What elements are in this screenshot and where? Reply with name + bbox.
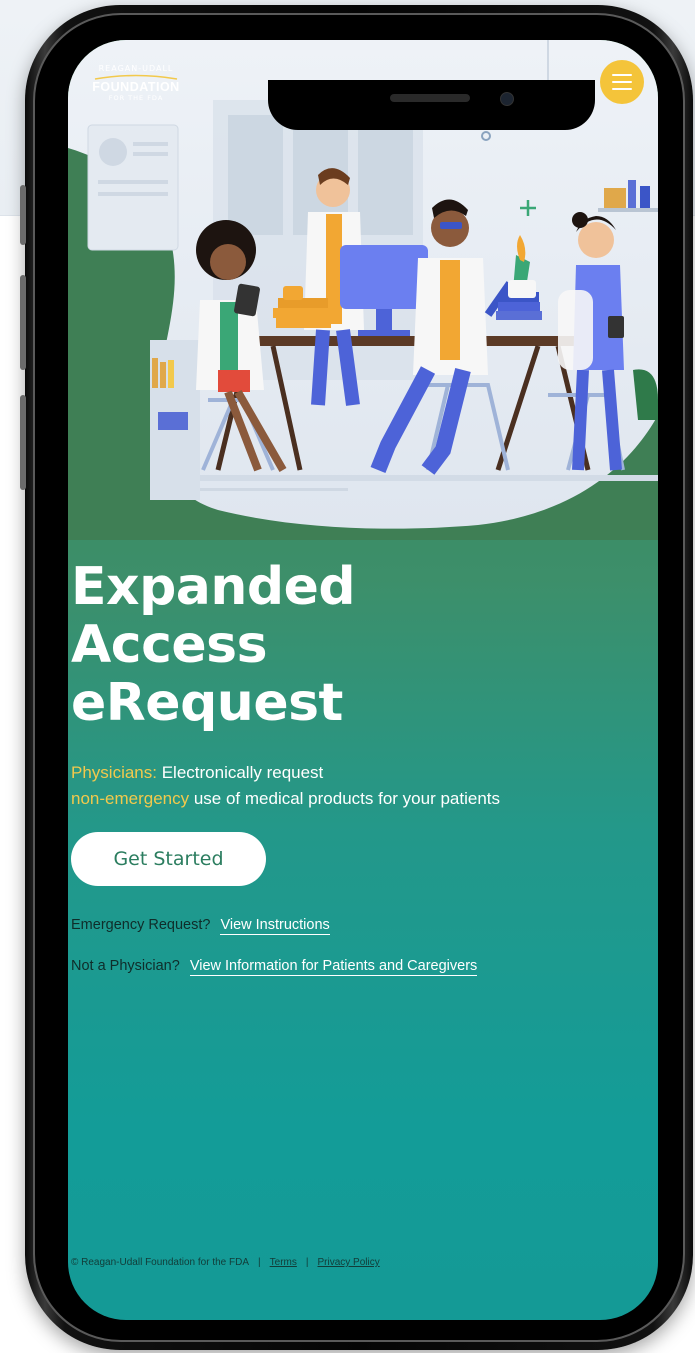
view-instructions-link[interactable]: View Instructions: [220, 917, 330, 935]
logo-sub-text: FOR THE FDA: [108, 94, 164, 102]
app-screen: REAGAN-UDALL FOUNDATION FOR THE FDA Expa…: [68, 40, 658, 1320]
page-title-line: eRequest: [71, 673, 343, 733]
page-title-line: Access: [71, 615, 268, 675]
subtitle-highlight: non-emergency: [71, 789, 190, 808]
subtitle-line-1: Physicians: Electronically request: [71, 760, 500, 786]
volume-up-button: [20, 275, 26, 370]
logo-main-text: FOUNDATION: [92, 80, 180, 94]
page-title-line: Expanded: [71, 557, 356, 617]
footer-separator: |: [258, 1257, 261, 1268]
page-title: Expanded Access eRequest: [71, 557, 356, 733]
hero-subtitle: Physicians: Electronically request non-e…: [71, 760, 500, 812]
hamburger-menu-button[interactable]: [600, 60, 644, 104]
patients-caregivers-link[interactable]: View Information for Patients and Caregi…: [189, 958, 478, 976]
get-started-button[interactable]: Get Started: [71, 832, 266, 886]
phone-notch: [268, 80, 595, 130]
volume-down-button: [20, 395, 26, 490]
hamburger-menu-icon-bar: [612, 88, 632, 90]
mute-switch: [20, 185, 26, 245]
subtitle-line-2-text: use of medical products for your patient…: [189, 789, 501, 808]
not-physician-row: Not a Physician? View Information for Pat…: [71, 958, 478, 976]
subtitle-physicians-label: Physicians:: [71, 763, 157, 782]
not-physician-label: Not a Physician?: [71, 958, 180, 974]
emergency-request-row: Emergency Request? View Instructions: [71, 917, 330, 935]
foundation-logo[interactable]: REAGAN-UDALL FOUNDATION FOR THE FDA: [80, 64, 192, 102]
earpiece-speaker: [390, 94, 470, 102]
footer-copyright: © Reagan-Udall Foundation for the FDA: [71, 1257, 250, 1268]
subtitle-line-2: non-emergency use of medical products fo…: [71, 786, 500, 812]
front-camera: [500, 92, 514, 106]
footer: © Reagan-Udall Foundation for the FDA | Te…: [71, 1257, 380, 1268]
footer-separator: |: [305, 1257, 309, 1268]
emergency-request-label: Emergency Request?: [71, 917, 211, 933]
hamburger-menu-icon-bar: [612, 74, 632, 76]
subtitle-line-1-text: Electronically request: [156, 763, 324, 782]
logo-top-text: REAGAN-UDALL: [98, 64, 174, 73]
privacy-policy-link[interactable]: Privacy Policy: [317, 1257, 379, 1268]
hamburger-menu-icon-bar: [612, 81, 632, 83]
terms-link[interactable]: Terms: [270, 1257, 297, 1268]
